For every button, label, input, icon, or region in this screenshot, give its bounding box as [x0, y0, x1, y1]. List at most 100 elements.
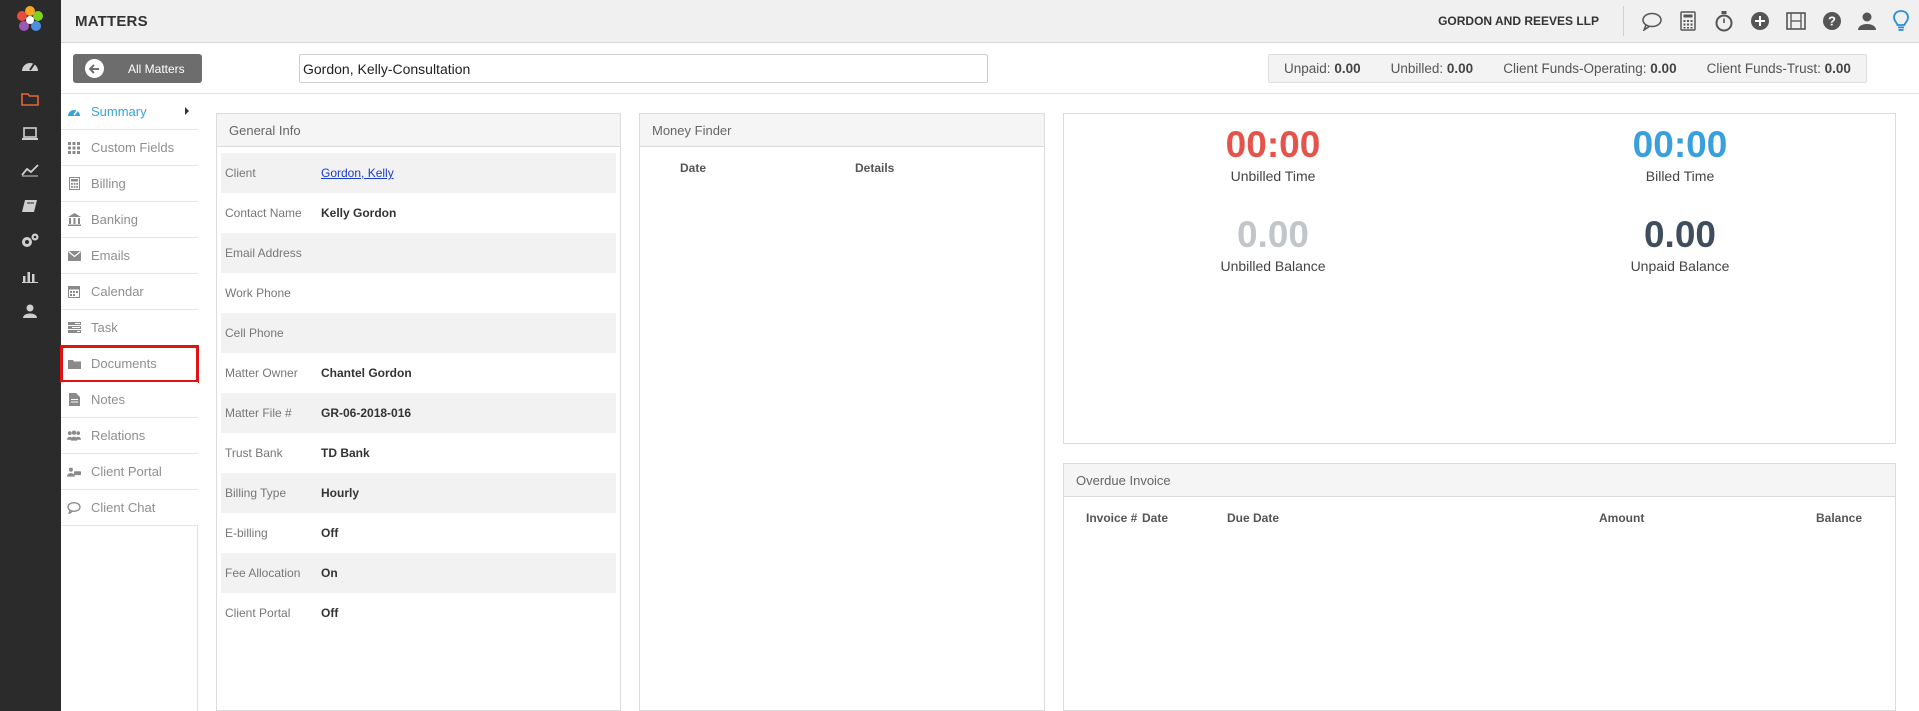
- calculator-icon: [67, 177, 81, 191]
- dashboard-icon[interactable]: [20, 56, 40, 74]
- user-icon[interactable]: [20, 302, 40, 320]
- menu-item-label: Notes: [91, 392, 125, 407]
- stopwatch-icon[interactable]: [1712, 10, 1736, 32]
- chat-icon: [67, 501, 81, 515]
- info-row-fee-allocation: Fee Allocation On: [221, 553, 616, 593]
- book-icon[interactable]: [20, 197, 40, 215]
- menu-item-banking[interactable]: Banking: [61, 202, 198, 238]
- overdue-invoice-header: Invoice # Date Due Date Amount Balance: [1064, 497, 1895, 539]
- user-icon[interactable]: [1855, 10, 1879, 32]
- info-row-billing-type: Billing Type Hourly: [221, 473, 616, 513]
- client-funds-operating-total: Client Funds-Operating: 0.00: [1503, 61, 1677, 76]
- menu-item-relations[interactable]: Relations: [61, 418, 198, 454]
- menu-item-notes[interactable]: Notes: [61, 382, 198, 418]
- menu-item-label: Banking: [91, 212, 138, 227]
- info-value: Kelly Gordon: [321, 206, 397, 220]
- menu-item-label: Relations: [91, 428, 146, 443]
- money-finder-title: Money Finder: [640, 114, 1044, 147]
- info-value: GR-06-2018-016: [321, 406, 412, 420]
- folder-icon[interactable]: [20, 90, 40, 108]
- matter-name-input[interactable]: [299, 54, 988, 83]
- info-value: TD Bank: [321, 446, 370, 460]
- general-info-title: General Info: [217, 114, 620, 147]
- column-header-details[interactable]: Details: [855, 161, 894, 175]
- help-icon[interactable]: ?: [1820, 10, 1844, 32]
- app-rail: [0, 0, 61, 711]
- info-label: Billing Type: [225, 486, 287, 500]
- info-label: Work Phone: [225, 286, 291, 300]
- info-value: Off: [321, 606, 339, 620]
- info-row-trust-bank: Trust Bank TD Bank: [221, 433, 616, 473]
- unbilled-time-value: 00:00: [1225, 124, 1321, 165]
- column-header-balance[interactable]: Balance: [1816, 511, 1862, 525]
- lightbulb-icon[interactable]: [1889, 10, 1913, 32]
- menu-item-client-chat[interactable]: Client Chat: [61, 490, 198, 526]
- billed-time-stat: 00:00 Billed Time: [1530, 124, 1830, 184]
- column-header-date[interactable]: Date: [1142, 511, 1168, 525]
- info-label: Client: [225, 166, 256, 180]
- line-chart-icon[interactable]: [20, 161, 40, 179]
- tasks-icon: [67, 321, 81, 335]
- calendar-icon: [67, 285, 81, 299]
- info-value: On: [321, 566, 338, 580]
- bar-chart-icon[interactable]: [20, 267, 40, 285]
- client-funds-trust-total: Client Funds-Trust: 0.00: [1706, 61, 1851, 76]
- menu-item-summary[interactable]: Summary: [61, 94, 198, 130]
- info-value: Hourly: [321, 486, 360, 500]
- unpaid-total: Unpaid: 0.00: [1284, 61, 1361, 76]
- column-header-due-date[interactable]: Due Date: [1227, 511, 1279, 525]
- app-logo-icon[interactable]: [14, 4, 46, 36]
- all-matters-label: All Matters: [128, 61, 185, 76]
- cogs-icon[interactable]: [20, 232, 40, 250]
- unpaid-balance-stat: 0.00 Unpaid Balance: [1530, 214, 1830, 274]
- info-label: Matter Owner: [225, 366, 298, 380]
- back-arrow-icon: [85, 59, 104, 78]
- info-label: Matter File #: [225, 406, 292, 420]
- info-row-client: Client Gordon, Kelly: [221, 153, 616, 193]
- info-row-work-phone: Work Phone: [221, 273, 616, 313]
- envelope-icon: [67, 249, 81, 263]
- menu-item-task[interactable]: Task: [61, 310, 198, 346]
- folder-icon: [67, 357, 81, 371]
- portal-icon: [67, 465, 81, 479]
- info-row-email-address: Email Address: [221, 233, 616, 273]
- menu-item-emails[interactable]: Emails: [61, 238, 198, 274]
- unbilled-balance-stat: 0.00 Unbilled Balance: [1123, 214, 1423, 274]
- plus-circle-icon[interactable]: [1748, 10, 1772, 32]
- menu-item-label: Client Portal: [91, 464, 162, 479]
- client-link[interactable]: Gordon, Kelly: [321, 166, 394, 180]
- menu-item-label: Summary: [91, 104, 147, 119]
- column-header-date[interactable]: Date: [680, 161, 855, 175]
- menu-item-billing[interactable]: Billing: [61, 166, 198, 202]
- users-icon: [67, 429, 81, 443]
- svg-text:?: ?: [1828, 14, 1836, 29]
- menu-item-calendar[interactable]: Calendar: [61, 274, 198, 310]
- info-label: E-billing: [225, 526, 268, 540]
- info-label: Client Portal: [225, 606, 291, 620]
- info-row-matter-file: Matter File # GR-06-2018-016: [221, 393, 616, 433]
- all-matters-button[interactable]: All Matters: [73, 54, 202, 83]
- film-icon[interactable]: [1784, 10, 1808, 32]
- laptop-icon[interactable]: [20, 125, 40, 143]
- info-value: Chantel Gordon: [321, 366, 412, 380]
- menu-item-custom-fields[interactable]: Custom Fields: [61, 130, 198, 166]
- column-header-amount[interactable]: Amount: [1599, 511, 1644, 525]
- top-header: MATTERS GORDON AND REEVES LLP ?: [61, 0, 1919, 43]
- menu-item-label: Calendar: [91, 284, 144, 299]
- unbilled-balance-value: 0.00: [1236, 214, 1309, 255]
- info-label: Trust Bank: [225, 446, 283, 460]
- header-divider: [1623, 6, 1624, 36]
- menu-item-client-portal[interactable]: Client Portal: [61, 454, 198, 490]
- money-finder-header: Date Details: [640, 147, 1044, 189]
- menu-item-documents[interactable]: Documents: [60, 345, 199, 383]
- note-icon: [67, 393, 81, 407]
- grid-icon: [67, 141, 81, 155]
- page-title: MATTERS: [75, 13, 148, 30]
- chat-icon[interactable]: [1640, 10, 1664, 32]
- column-header-invoice[interactable]: Invoice #: [1086, 511, 1137, 525]
- unbilled-balance-label: Unbilled Balance: [1220, 258, 1326, 274]
- menu-item-label: Emails: [91, 248, 131, 263]
- info-label: Cell Phone: [225, 326, 284, 340]
- calculator-icon[interactable]: [1676, 10, 1700, 32]
- bank-icon: [67, 213, 81, 227]
